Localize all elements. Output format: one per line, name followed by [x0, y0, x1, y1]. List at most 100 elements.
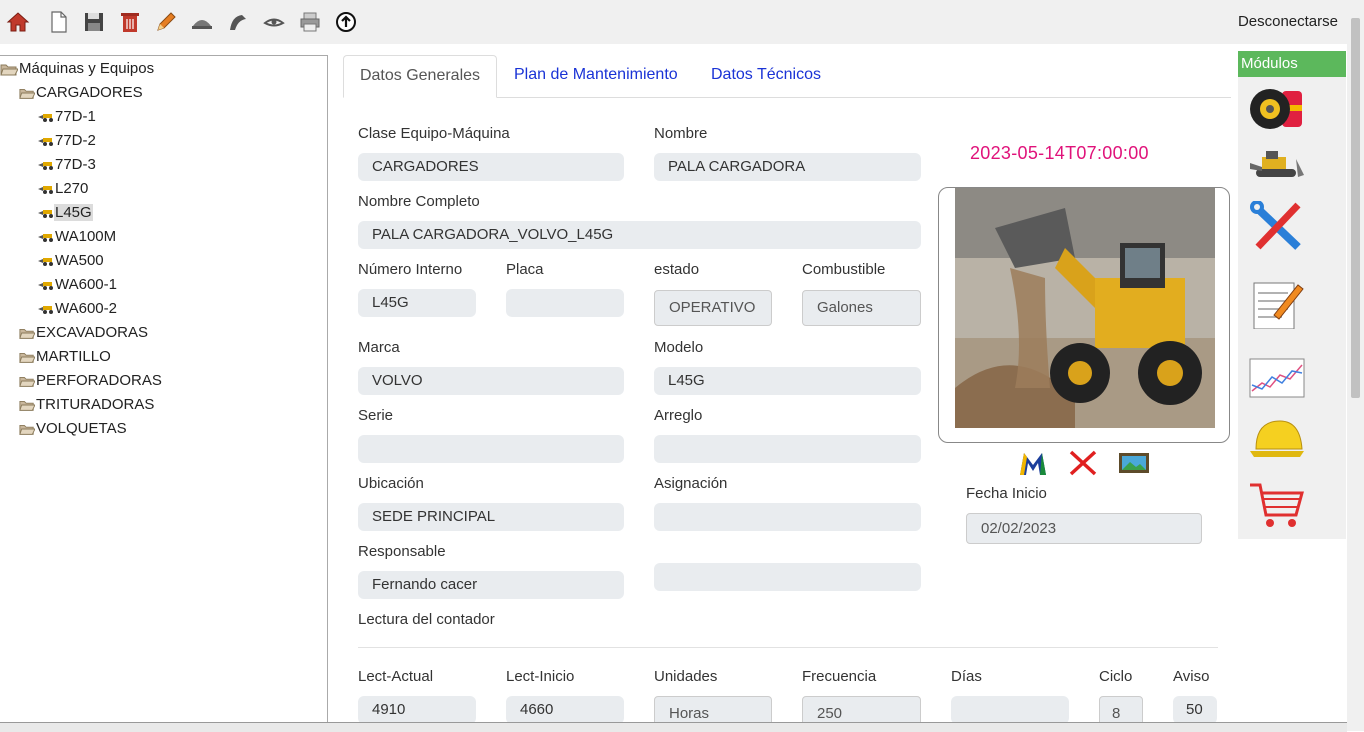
logout-link[interactable]: Desconectarse [1238, 13, 1338, 30]
tab-datos-generales[interactable]: Datos Generales [343, 55, 497, 98]
loader-icon [38, 162, 53, 171]
tree-folder-cargadores[interactable]: CARGADORES [19, 83, 144, 103]
tree-folder-volquetas[interactable]: VOLQUETAS [19, 419, 128, 439]
serie-field[interactable] [358, 435, 624, 463]
marca-label: Marca [358, 339, 400, 356]
loader-icon [38, 258, 53, 267]
clase-label: Clase Equipo-Máquina [358, 125, 510, 142]
arreglo-field[interactable] [654, 435, 921, 463]
tool-icon-7[interactable] [226, 10, 250, 34]
modelo-label: Modelo [654, 339, 704, 356]
loader-icon [38, 114, 53, 123]
upload-icon[interactable] [334, 10, 358, 34]
tree-item-wa500[interactable]: WA500 [38, 251, 105, 271]
delete-icon[interactable] [118, 10, 142, 34]
nombre-label: Nombre [654, 125, 708, 142]
tree-item-wa600-1[interactable]: WA600-1 [38, 275, 118, 295]
tree-item-label: 77D-3 [55, 156, 96, 173]
toolbar: Desconectarse [0, 0, 1364, 44]
folder-icon [19, 425, 35, 435]
photo-frame [938, 187, 1230, 443]
responsable-field[interactable]: Fernando cacer [358, 571, 624, 599]
print-icon[interactable] [298, 10, 322, 34]
tree-folder-label: VOLQUETAS [36, 420, 127, 437]
lect-inicio-field[interactable]: 4660 [506, 696, 624, 724]
combustible-select[interactable]: Galones [802, 290, 921, 326]
fecha-inicio-field[interactable]: 02/02/2023 [966, 513, 1202, 544]
tab-datos-tecnicos[interactable]: Datos Técnicos [711, 55, 821, 96]
tree-root-label: Máquinas y Equipos [19, 60, 155, 77]
scrollbar[interactable] [1347, 0, 1364, 731]
folder-icon [19, 353, 35, 363]
loader-icon [38, 306, 53, 315]
tool-icon-6[interactable] [190, 10, 214, 34]
home-icon[interactable] [6, 10, 30, 34]
folder-icon [19, 377, 35, 387]
folder-icon [19, 401, 35, 411]
tree-item-l270[interactable]: L270 [38, 179, 89, 199]
save-icon[interactable] [82, 10, 106, 34]
aviso-label: Aviso [1173, 668, 1210, 685]
folder-icon [19, 329, 35, 339]
tree-folder-perforadoras[interactable]: PERFORADORAS [19, 371, 163, 391]
loader-icon [38, 186, 53, 195]
modelo-field[interactable]: L45G [654, 367, 921, 395]
edit-icon[interactable] [154, 10, 178, 34]
tab-plan-mantenimiento[interactable]: Plan de Mantenimiento [514, 55, 678, 96]
tree-folder-label: PERFORADORAS [36, 372, 162, 389]
extra-field[interactable] [654, 563, 921, 591]
tree-item-wa100m[interactable]: WA100M [38, 227, 117, 247]
tree-root[interactable]: Máquinas y Equipos [0, 59, 155, 79]
ubicacion-field[interactable]: SEDE PRINCIPAL [358, 503, 624, 531]
lect-actual-field[interactable]: 4910 [358, 696, 476, 724]
placa-field[interactable] [506, 289, 624, 317]
marca-field[interactable]: VOLVO [358, 367, 624, 395]
tree-folder-martillo[interactable]: MARTILLO [19, 347, 112, 367]
asignacion-field[interactable] [654, 503, 921, 531]
tab-bar: Datos Generales Plan de Mantenimiento Da… [343, 55, 1231, 98]
combustible-label: Combustible [802, 261, 886, 278]
dias-field[interactable] [951, 696, 1069, 724]
image-upload-icon[interactable] [1118, 452, 1150, 474]
m-logo-icon[interactable] [1018, 451, 1048, 477]
unidades-label: Unidades [654, 668, 718, 685]
tree-item-77d-3[interactable]: 77D-3 [38, 155, 97, 175]
tools-icon[interactable] [1248, 201, 1306, 251]
cart-icon[interactable] [1248, 481, 1306, 531]
tree-folder-label: TRITURADORAS [36, 396, 155, 413]
tree-item-label: L45G [54, 204, 93, 221]
tree-item-label: 77D-2 [55, 132, 96, 149]
loader-icon [38, 138, 53, 147]
bulldozer-icon[interactable] [1248, 145, 1306, 195]
tool-icon-8[interactable] [262, 10, 286, 34]
new-document-icon[interactable] [47, 10, 71, 34]
lect-actual-label: Lect-Actual [358, 668, 434, 685]
numero-interno-field[interactable]: L45G [358, 289, 476, 317]
divider [358, 647, 1218, 648]
fecha-inicio-label: Fecha Inicio [966, 485, 1047, 502]
nombre-field[interactable]: PALA CARGADORA [654, 153, 921, 181]
tree-folder-trituradoras[interactable]: TRITURADORAS [19, 395, 155, 415]
equipment-tree: Máquinas y Equipos CARGADORES 77D-1 77D-… [0, 55, 328, 732]
frecuencia-label: Frecuencia [802, 668, 877, 685]
clase-field[interactable]: CARGADORES [358, 153, 624, 181]
notepad-icon[interactable] [1248, 279, 1306, 329]
chart-icon[interactable] [1248, 355, 1306, 405]
tree-item-wa600-2[interactable]: WA600-2 [38, 299, 118, 319]
helmet-icon[interactable] [1248, 415, 1306, 465]
tree-folder-excavadoras[interactable]: EXCAVADORAS [19, 323, 149, 343]
tires-fuel-icon[interactable] [1248, 85, 1306, 135]
loader-icon [38, 282, 53, 291]
nombre-completo-field[interactable]: PALA CARGADORA_VOLVO_L45G [358, 221, 921, 249]
tree-folder-label: MARTILLO [36, 348, 111, 365]
aviso-field[interactable]: 50 [1173, 696, 1217, 724]
remove-image-icon[interactable] [1068, 449, 1098, 477]
lect-inicio-label: Lect-Inicio [506, 668, 575, 685]
tree-item-l45g[interactable]: L45G [38, 203, 93, 223]
tree-item-77d-2[interactable]: 77D-2 [38, 131, 97, 151]
tree-item-77d-1[interactable]: 77D-1 [38, 107, 97, 127]
serie-label: Serie [358, 407, 394, 424]
estado-select[interactable]: OPERATIVO [654, 290, 772, 326]
scrollbar-thumb[interactable] [1351, 18, 1360, 398]
tree-item-label: WA100M [55, 228, 117, 245]
